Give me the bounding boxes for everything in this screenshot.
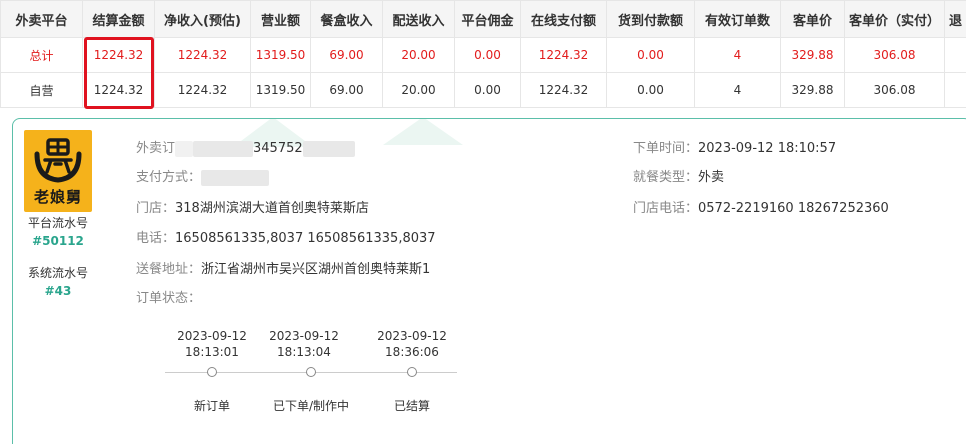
timeline-step-2-time: 2023-09-12 18:13:04 — [259, 328, 349, 360]
table-cell: 1224.32 — [520, 72, 607, 108]
watermark-shape — [383, 119, 463, 145]
system-serial-value: #43 — [44, 284, 72, 298]
column-header-box-income[interactable]: 餐盒收入 — [310, 0, 383, 38]
logo-text: 老娘舅 — [33, 187, 82, 206]
table-cell: 1319.50 — [250, 72, 311, 108]
order-number-partial: 345752 — [253, 141, 303, 156]
table-cell: 1224.32 — [154, 37, 251, 73]
redacted-block — [175, 140, 194, 157]
timeline-dot — [306, 367, 316, 377]
redacted-block — [302, 140, 355, 157]
column-header-avg-price[interactable]: 客单价 — [780, 0, 845, 38]
column-header-online-payment[interactable]: 在线支付额 — [520, 0, 607, 38]
column-header-refund[interactable]: 退 — [944, 0, 966, 38]
column-header-avg-price-paid[interactable]: 客单价（实付） — [844, 0, 945, 38]
summary-table: 外卖平台 结算金额 净收入(预估) 营业额 餐盒收入 配送收入 平台佣金 在线支… — [0, 0, 966, 108]
timeline-dot — [207, 367, 217, 377]
order-card[interactable]: 老娘舅 平台流水号 #50112 系统流水号 #43 外卖订 345752 支付方… — [12, 118, 966, 444]
timeline-step-1-time: 2023-09-12 18:13:01 — [167, 328, 257, 360]
table-cell: 4 — [694, 72, 781, 108]
table-cell: 329.88 — [780, 72, 845, 108]
table-cell: 69.00 — [310, 72, 383, 108]
table-header-row: 外卖平台 结算金额 净收入(预估) 营业额 餐盒收入 配送收入 平台佣金 在线支… — [0, 0, 966, 38]
order-time-label: 下单时间： — [633, 141, 699, 156]
dining-type-row: 就餐类型：外卖 — [633, 166, 724, 185]
phone-value: 16508561335,8037 16508561335,8037 — [175, 231, 436, 246]
table-cell: 4 — [694, 37, 781, 73]
table-row-total: 总计 1224.32 1224.32 1319.50 69.00 20.00 0… — [0, 37, 966, 73]
timeline-date: 2023-09-12 — [377, 329, 447, 343]
dining-type-value: 外卖 — [698, 170, 725, 185]
table-cell: 306.08 — [844, 37, 945, 73]
timeline-dot — [407, 367, 417, 377]
platform-serial-value: #50112 — [32, 234, 84, 248]
store-row: 门店：318湖州滨湖大道首创奥特莱斯店 — [136, 197, 369, 216]
column-header-valid-orders[interactable]: 有效订单数 — [694, 0, 781, 38]
store-phone-value: 0572-2219160 18267252360 — [698, 201, 889, 216]
timeline-date: 2023-09-12 — [269, 329, 339, 343]
dining-type-label: 就餐类型： — [633, 170, 699, 185]
table-cell: 0.00 — [454, 37, 521, 73]
store-phone-row: 门店电话：0572-2219160 18267252360 — [633, 197, 889, 216]
order-time-value: 2023-09-12 18:10:57 — [698, 141, 837, 156]
column-header-cod[interactable]: 货到付款额 — [606, 0, 695, 38]
timeline-step-2-label: 已下单/制作中 — [272, 399, 350, 413]
store-logo: 老娘舅 — [24, 130, 92, 212]
timeline-time: 18:36:06 — [385, 345, 439, 359]
timeline-date: 2023-09-12 — [177, 329, 247, 343]
table-cell: 1224.32 — [82, 37, 155, 73]
column-header-delivery-income[interactable]: 配送收入 — [382, 0, 455, 38]
address-label: 送餐地址： — [136, 262, 202, 277]
table-cell: 20.00 — [382, 37, 455, 73]
table-cell: 1224.32 — [82, 72, 155, 108]
timeline-step-3-time: 2023-09-12 18:36:06 — [367, 328, 457, 360]
timeline-time: 18:13:01 — [185, 345, 239, 359]
column-header-net-income[interactable]: 净收入(预估) — [154, 0, 251, 38]
table-cell: 20.00 — [382, 72, 455, 108]
address-row: 送餐地址：浙江省湖州市吴兴区湖州首创奥特莱斯1 — [136, 258, 430, 277]
table-cell: 69.00 — [310, 37, 383, 73]
column-header-turnover[interactable]: 营业额 — [250, 0, 311, 38]
system-serial-label: 系统流水号 — [27, 266, 88, 280]
table-cell: 1319.50 — [250, 37, 311, 73]
order-time-row: 下单时间：2023-09-12 18:10:57 — [633, 137, 836, 156]
payment-row: 支付方式： — [136, 166, 270, 186]
table-cell: 0.00 — [606, 37, 695, 73]
redacted-block — [201, 169, 270, 186]
table-cell: 自营 — [0, 72, 83, 108]
table-cell: 1224.32 — [154, 72, 251, 108]
timeline-step-3-label: 已结算 — [393, 399, 430, 413]
table-cell: 0.00 — [454, 72, 521, 108]
table-cell — [944, 37, 966, 73]
table-cell — [944, 72, 966, 108]
table-cell: 0.00 — [606, 72, 695, 108]
phone-row: 电话：16508561335,8037 16508561335,8037 — [136, 227, 436, 246]
store-phone-label: 门店电话： — [633, 201, 699, 216]
column-header-settlement[interactable]: 结算金额 — [82, 0, 155, 38]
table-cell: 1224.32 — [520, 37, 607, 73]
order-number-label: 外卖订 — [136, 141, 176, 156]
status-row: 订单状态： — [136, 287, 201, 306]
store-value: 318湖州滨湖大道首创奥特莱斯店 — [175, 201, 369, 216]
payment-label: 支付方式： — [136, 170, 202, 185]
phone-label: 电话： — [136, 231, 176, 246]
redacted-block — [193, 140, 254, 157]
logo-bowl-icon — [34, 137, 82, 183]
table-cell: 306.08 — [844, 72, 945, 108]
store-label: 门店： — [136, 201, 176, 216]
timeline-time: 18:13:04 — [277, 345, 331, 359]
table-cell: 329.88 — [780, 37, 845, 73]
column-header-commission[interactable]: 平台佣金 — [454, 0, 521, 38]
status-label: 订单状态： — [136, 291, 202, 306]
column-header-platform[interactable]: 外卖平台 — [0, 0, 83, 38]
table-row-self: 自营 1224.32 1224.32 1319.50 69.00 20.00 0… — [0, 72, 966, 108]
platform-serial-label: 平台流水号 — [27, 216, 88, 230]
table-cell: 总计 — [0, 37, 83, 73]
timeline-step-1-label: 新订单 — [193, 399, 230, 413]
address-value: 浙江省湖州市吴兴区湖州首创奥特莱斯1 — [201, 262, 431, 277]
order-number-row: 外卖订 345752 — [136, 137, 355, 157]
